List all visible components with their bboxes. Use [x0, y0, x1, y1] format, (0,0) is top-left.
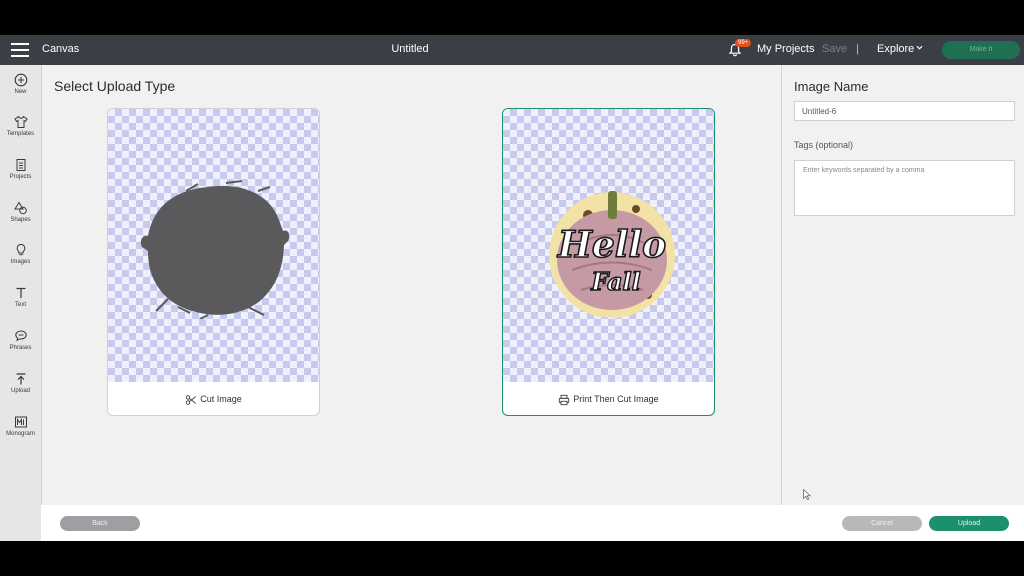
lightbulb-icon: [16, 243, 25, 256]
sidebar-item-label: Projects: [9, 174, 32, 180]
sidebar-item-label: Templates: [6, 131, 35, 137]
plus-circle-icon: [14, 73, 27, 87]
cut-image-card[interactable]: Cut Image: [107, 108, 320, 416]
sidebar-item-text[interactable]: Text: [0, 286, 41, 308]
document-title[interactable]: Untitled: [0, 43, 820, 55]
topbar-separator: |: [856, 43, 859, 55]
upload-icon: [16, 373, 25, 385]
sidebar-item-label: Phrases: [9, 345, 32, 351]
cut-image-text: Cut Image: [200, 394, 242, 404]
print-then-cut-label: Print Then Cut Image: [503, 383, 714, 415]
right-panel: Image Name Untitled-6 Tags (optional) En…: [781, 65, 1024, 505]
sidebar-item-phrases[interactable]: Phrases: [0, 329, 41, 351]
sidebar-item-images[interactable]: Images: [0, 243, 41, 265]
mouse-cursor-icon: [803, 489, 811, 500]
bottom-bar: Back Cancel Upload: [41, 505, 1024, 541]
scissors-icon: [186, 394, 197, 405]
sidebar-item-projects[interactable]: Projects: [0, 158, 41, 180]
hello-fall-image: Hello Fall: [549, 191, 675, 318]
chevron-down-icon[interactable]: [916, 44, 923, 51]
save-button[interactable]: Save: [822, 43, 847, 55]
monogram-icon: [14, 416, 27, 428]
tags-label: Tags (optional): [794, 140, 854, 150]
app-window: Canvas Untitled 99+ My Projects Save | E…: [0, 35, 1024, 541]
text-icon: [16, 287, 25, 298]
notification-badge: 99+: [735, 39, 752, 47]
sidebar-item-label: Shapes: [10, 217, 31, 223]
back-button[interactable]: Back: [60, 516, 140, 531]
explore-menu[interactable]: Explore: [877, 43, 914, 55]
sidebar-item-monogram[interactable]: Monogram: [0, 415, 41, 437]
cut-silhouette-image: [140, 180, 290, 319]
hello-text: Hello: [557, 224, 666, 266]
cancel-button[interactable]: Cancel: [842, 516, 922, 531]
sidebar-item-upload[interactable]: Upload: [0, 372, 41, 394]
sidebar-item-shapes[interactable]: Shapes: [0, 201, 41, 223]
top-bar: Canvas Untitled 99+ My Projects Save | E…: [0, 35, 1024, 65]
projects-icon: [16, 159, 25, 171]
print-then-cut-card[interactable]: Hello Fall Print Then Cut Image: [502, 108, 715, 416]
sidebar-item-label: Images: [10, 259, 31, 265]
image-name-title: Image Name: [794, 79, 869, 94]
fall-text: Fall: [590, 267, 641, 296]
sidebar-item-label: New: [14, 89, 27, 95]
make-it-button[interactable]: Make It: [942, 41, 1020, 59]
sidebar-item-label: Monogram: [6, 431, 35, 437]
page-title: Select Upload Type: [54, 78, 176, 94]
cut-image-label: Cut Image: [108, 383, 319, 415]
tshirt-icon: [13, 115, 28, 128]
print-then-cut-text: Print Then Cut Image: [573, 394, 659, 404]
sidebar-item-label: Text: [14, 302, 26, 308]
image-name-input[interactable]: Untitled-6: [794, 101, 1015, 121]
upload-button[interactable]: Upload: [929, 516, 1009, 531]
tags-textarea[interactable]: Enter keywords separated by a comma: [794, 160, 1015, 216]
sidebar-item-label: Upload: [10, 388, 30, 394]
sidebar-item-templates[interactable]: Templates: [0, 115, 41, 137]
left-sidebar: New Templates Projects Shapes Images Tex…: [0, 65, 42, 541]
shapes-icon: [13, 201, 27, 215]
printer-icon: [559, 394, 570, 405]
my-projects-link[interactable]: My Projects: [757, 43, 814, 55]
speech-bubble-icon: [14, 330, 27, 342]
sidebar-item-new[interactable]: New: [0, 73, 41, 95]
